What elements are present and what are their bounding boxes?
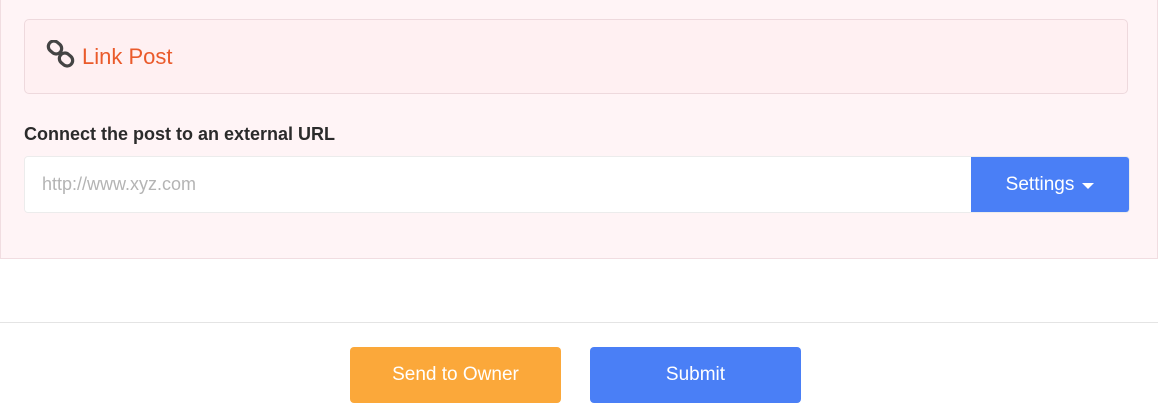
footer-divider (0, 322, 1158, 323)
send-to-owner-button[interactable]: Send to Owner (350, 347, 561, 403)
link-icon (46, 40, 75, 68)
url-input-group: Settings (24, 156, 1130, 213)
caret-down-icon (1082, 182, 1095, 189)
link-post-header: Link Post (24, 19, 1128, 94)
settings-dropdown-button[interactable]: Settings (971, 157, 1129, 212)
external-url-input[interactable] (25, 157, 971, 212)
link-post-panel: Link Post Connect the post to an externa… (0, 0, 1158, 259)
submit-button[interactable]: Submit (590, 347, 801, 403)
settings-label: Settings (1005, 173, 1075, 195)
link-post-title: Link Post (82, 44, 173, 69)
external-url-label: Connect the post to an external URL (24, 124, 336, 144)
